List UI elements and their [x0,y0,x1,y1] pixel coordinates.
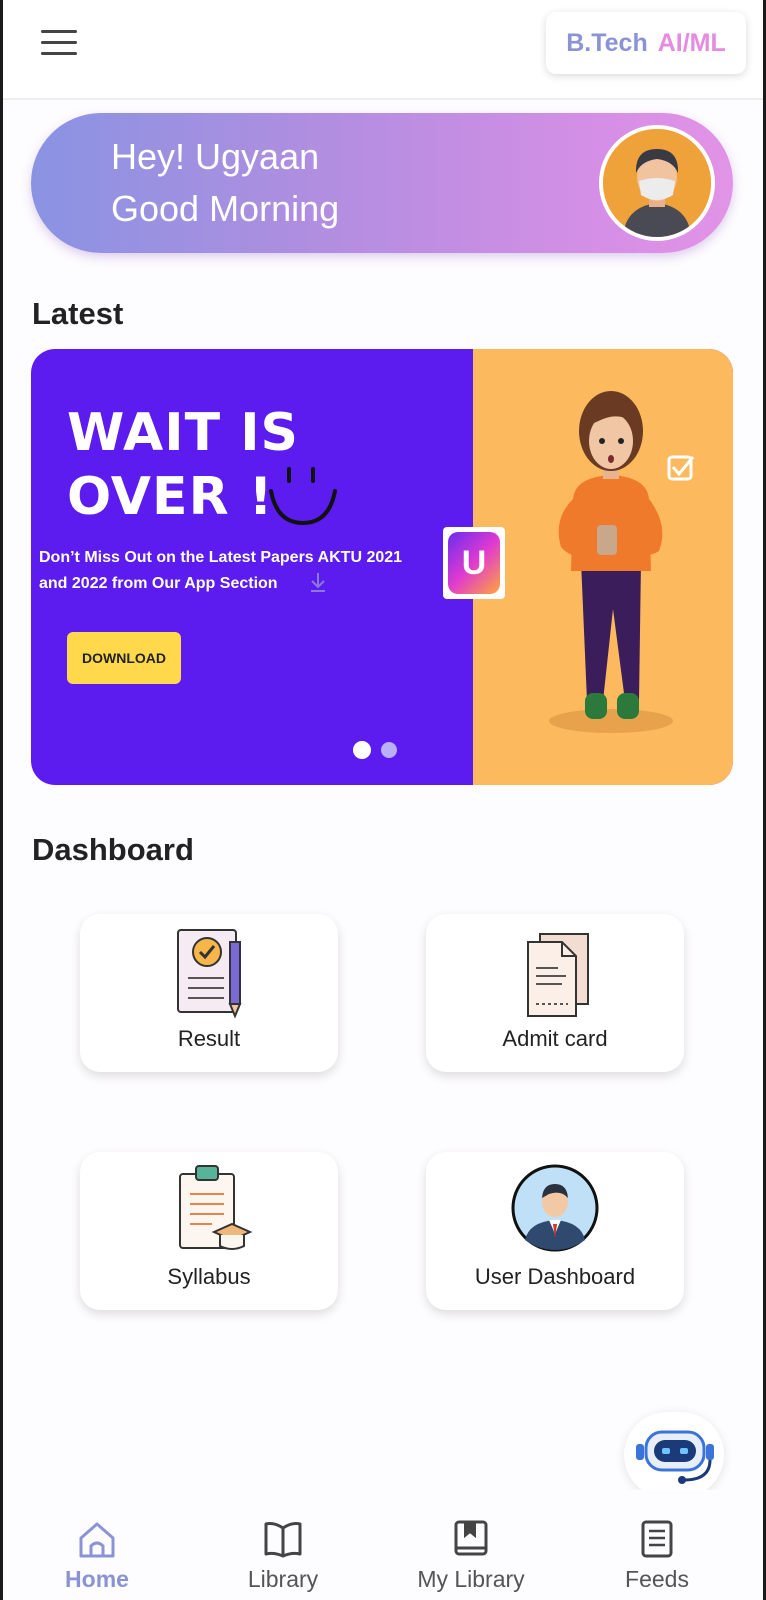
nav-library-label: Library [247,1566,319,1592]
greeting-name: Hey! Ugyaan [111,136,320,177]
app-logo-letter: U [448,532,500,594]
home-icon [79,1522,115,1558]
banner-headline: WAIT IS OVER ! [67,401,299,529]
download-button[interactable]: DOWNLOAD [67,632,181,684]
carousel-indicator [353,741,397,759]
result-document-icon [177,929,242,1019]
feeds-icon [641,1520,673,1558]
banner-subtitle: Don’t Miss Out on the Latest Papers AKTU… [39,545,459,597]
admit-card-icon [527,933,589,1017]
user-avatar-icon [511,1164,599,1252]
carousel-dot-active[interactable] [353,741,371,759]
dashboard-title: Dashboard [32,832,194,867]
latest-banner[interactable]: WAIT IS OVER ! Don’t Miss Out on the Lat… [31,349,733,785]
girl-reading-phone-illustration [549,391,695,733]
course-degree: B.Tech [566,28,648,57]
greeting-card: Hey! Ugyaan Good Morning [31,113,733,253]
chatbot-button[interactable] [624,1412,724,1498]
app-header: B.Tech AI/ML [3,0,763,100]
bottom-navigation: Home Library My Library Feeds [3,1490,763,1600]
robot-assistant-icon [636,1430,714,1484]
admit-card-card[interactable]: Admit card [426,914,684,1072]
course-badge[interactable]: B.Tech AI/ML [546,12,746,74]
nav-home[interactable]: Home [17,1490,177,1600]
course-branch: AI/ML [657,28,726,57]
result-label: Result [177,1026,241,1051]
user-dashboard-card[interactable]: User Dashboard [426,1152,684,1310]
banner-headline-line1: WAIT IS [67,403,299,463]
nav-home-label: Home [65,1566,129,1592]
bookmark-book-icon [454,1520,488,1556]
greeting-text: Hey! Ugyaan Good Morning [111,131,339,235]
greeting-time: Good Morning [111,188,340,229]
admit-card-label: Admit card [502,1026,608,1051]
syllabus-clipboard-icon [179,1165,253,1250]
banner-subtitle-line2: and 2022 from Our App Section [39,575,278,592]
banner-headline-line2: OVER ! [67,467,274,527]
carousel-dot[interactable] [381,742,397,758]
nav-feeds[interactable]: Feeds [577,1490,737,1600]
menu-icon[interactable] [39,28,79,58]
download-arrow-icon [311,573,325,592]
result-card[interactable]: Result [80,914,338,1072]
syllabus-card[interactable]: Syllabus [80,1152,338,1310]
nav-my-library[interactable]: My Library [391,1490,551,1600]
latest-title: Latest [32,296,124,331]
nav-feeds-label: Feeds [625,1566,689,1592]
banner-illustration-panel [473,349,733,785]
nav-my-library-label: My Library [417,1566,525,1592]
user-dashboard-label: User Dashboard [474,1264,636,1289]
screen-edge-left [0,0,3,1600]
app-logo: U [443,527,505,599]
user-mask-avatar-icon [603,129,711,237]
smiley-face-icon [269,467,337,526]
banner-subtitle-line1: Don’t Miss Out on the Latest Papers AKTU… [39,549,403,566]
book-icon [264,1522,302,1558]
profile-avatar[interactable] [599,125,715,241]
nav-library[interactable]: Library [203,1490,363,1600]
syllabus-label: Syllabus [167,1264,251,1289]
